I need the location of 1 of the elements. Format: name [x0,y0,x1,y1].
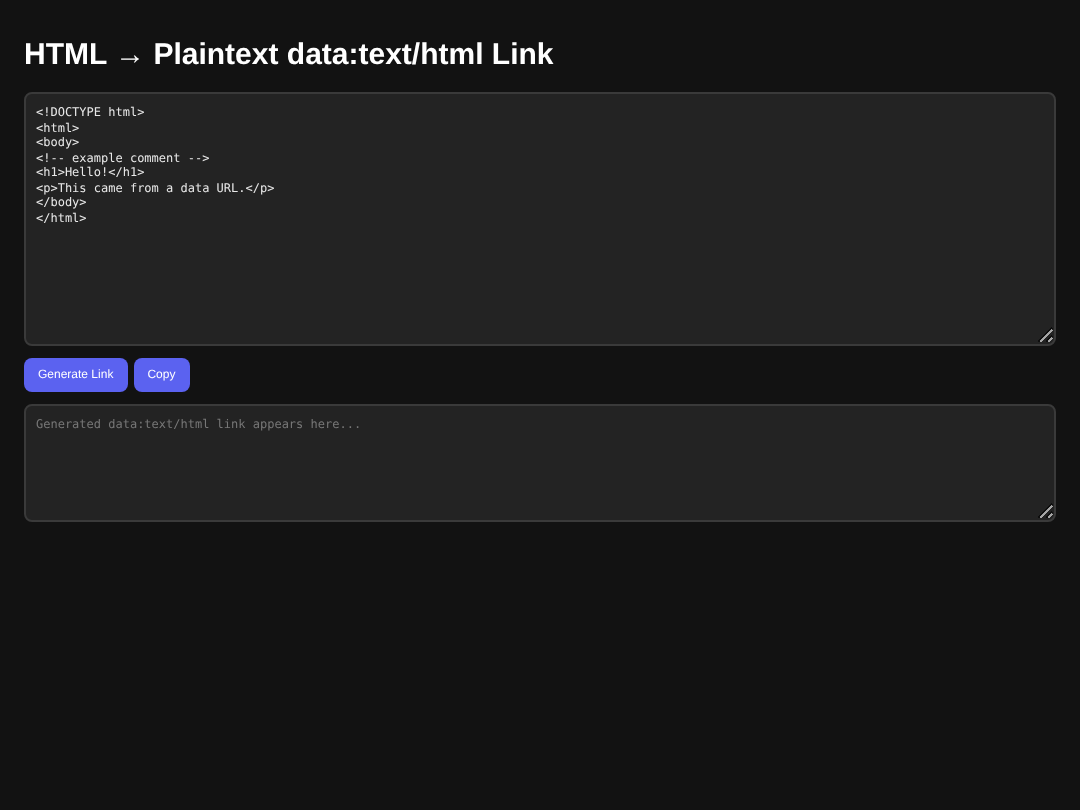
page-title: HTML → Plaintext data:text/html Link [24,38,556,74]
